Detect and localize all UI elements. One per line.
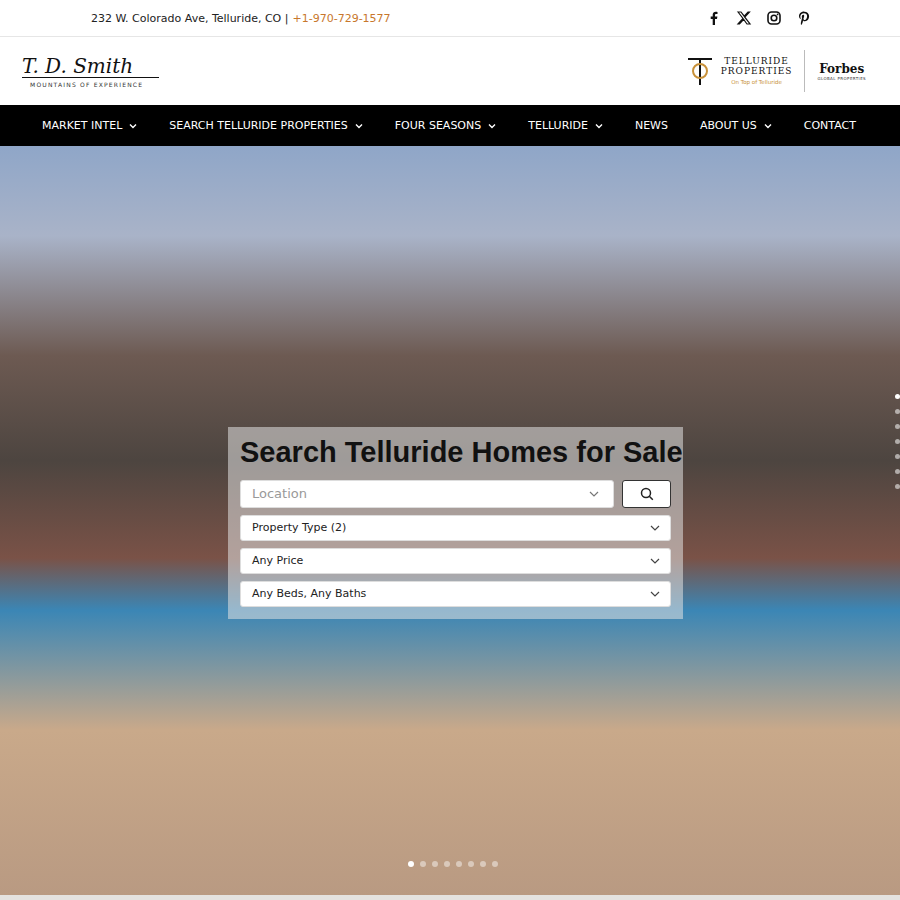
phone-link[interactable]: +1-970-729-1577: [292, 12, 390, 25]
chevron-down-icon: [355, 123, 363, 129]
chevron-down-icon: [595, 123, 603, 129]
slide-dot[interactable]: [420, 861, 426, 867]
slide-dot[interactable]: [456, 861, 462, 867]
nav-item[interactable]: TELLURIDE: [528, 119, 603, 132]
brand-line: TELLURIDE: [724, 57, 789, 67]
section-dot[interactable]: [895, 424, 900, 429]
instagram-icon[interactable]: [766, 10, 782, 26]
pinterest-icon[interactable]: [796, 10, 812, 26]
address: 232 W. Colorado Ave, Telluride, CO |: [91, 12, 288, 25]
filter-label: Any Price: [252, 554, 303, 567]
slide-dot[interactable]: [444, 861, 450, 867]
section-dot[interactable]: [895, 439, 900, 444]
forbes-name: Forbes: [819, 62, 864, 76]
telluride-properties-icon: [685, 55, 715, 87]
nav-label: MARKET INTEL: [42, 119, 122, 132]
filter-select[interactable]: Any Beds, Any Baths: [240, 581, 671, 607]
section-dot[interactable]: [895, 484, 900, 489]
location-placeholder: Location: [252, 486, 307, 501]
filter-label: Property Type (2): [252, 521, 346, 534]
search-title: Search Telluride Homes for Sale: [240, 435, 671, 470]
search-icon: [640, 487, 654, 501]
brand-logos: TELLURIDE PROPERTIES On Top of Telluride…: [685, 50, 866, 92]
contact-info: 232 W. Colorado Ave, Telluride, CO | +1-…: [91, 12, 391, 25]
section-dot[interactable]: [895, 394, 900, 399]
filter-label: Any Beds, Any Baths: [252, 587, 366, 600]
forbes-logo[interactable]: Forbes GLOBAL PROPERTIES: [817, 62, 866, 81]
chevron-down-icon: [650, 591, 660, 597]
brand-slogan: On Top of Telluride: [731, 79, 782, 85]
nav-label: SEARCH TELLURIDE PROPERTIES: [169, 119, 348, 132]
facebook-icon[interactable]: [706, 10, 722, 26]
nav-item[interactable]: MARKET INTEL: [42, 119, 137, 132]
brand-divider: [804, 50, 805, 92]
site-logo[interactable]: T. D. Smith MOUNTAINS OF EXPERIENCE: [22, 55, 159, 88]
nav-item[interactable]: CONTACT: [804, 119, 856, 132]
site-header: T. D. Smith MOUNTAINS OF EXPERIENCE TELL…: [0, 37, 900, 105]
nav-item[interactable]: NEWS: [635, 119, 668, 132]
nav-item[interactable]: FOUR SEASONS: [395, 119, 497, 132]
search-panel: Search Telluride Homes for Sale Location…: [228, 427, 683, 619]
slide-dot[interactable]: [468, 861, 474, 867]
nav-label: NEWS: [635, 119, 668, 132]
slide-dot[interactable]: [408, 861, 414, 867]
nav-label: CONTACT: [804, 119, 856, 132]
hero-slider: Search Telluride Homes for Sale Location…: [0, 146, 900, 895]
search-button[interactable]: [622, 480, 671, 508]
main-nav: MARKET INTEL SEARCH TELLURIDE PROPERTIES…: [0, 105, 900, 146]
location-row: Location: [240, 480, 671, 508]
filter-select[interactable]: Any Price: [240, 548, 671, 574]
location-select[interactable]: Location: [240, 480, 614, 508]
nav-label: ABOUT US: [700, 119, 757, 132]
chevron-down-icon: [129, 123, 137, 129]
top-bar: 232 W. Colorado Ave, Telluride, CO | +1-…: [0, 0, 900, 37]
filter-select[interactable]: Property Type (2): [240, 515, 671, 541]
slide-dot[interactable]: [480, 861, 486, 867]
logo-tagline: MOUNTAINS OF EXPERIENCE: [22, 81, 143, 88]
nav-item[interactable]: ABOUT US: [700, 119, 772, 132]
section-dots: [895, 394, 900, 489]
telluride-properties-logo[interactable]: TELLURIDE PROPERTIES On Top of Telluride: [721, 57, 793, 85]
slide-dots: [408, 861, 498, 867]
brand-line: PROPERTIES: [721, 67, 793, 77]
social-links: [706, 10, 812, 26]
logo-name: T. D. Smith: [22, 55, 159, 78]
section-dot[interactable]: [895, 409, 900, 414]
nav-item[interactable]: SEARCH TELLURIDE PROPERTIES: [169, 119, 363, 132]
nav-label: FOUR SEASONS: [395, 119, 482, 132]
chevron-down-icon: [650, 525, 660, 531]
nav-label: TELLURIDE: [528, 119, 588, 132]
section-dot[interactable]: [895, 469, 900, 474]
chevron-down-icon: [488, 123, 496, 129]
slide-dot[interactable]: [432, 861, 438, 867]
forbes-subtitle: GLOBAL PROPERTIES: [817, 76, 866, 81]
chevron-down-icon: [764, 123, 772, 129]
section-dot[interactable]: [895, 454, 900, 459]
page: 232 W. Colorado Ave, Telluride, CO | +1-…: [0, 0, 900, 900]
slide-dot[interactable]: [492, 861, 498, 867]
chevron-down-icon: [589, 491, 599, 497]
x-icon[interactable]: [736, 10, 752, 26]
chevron-down-icon: [650, 558, 660, 564]
bottom-strip: [0, 895, 900, 900]
